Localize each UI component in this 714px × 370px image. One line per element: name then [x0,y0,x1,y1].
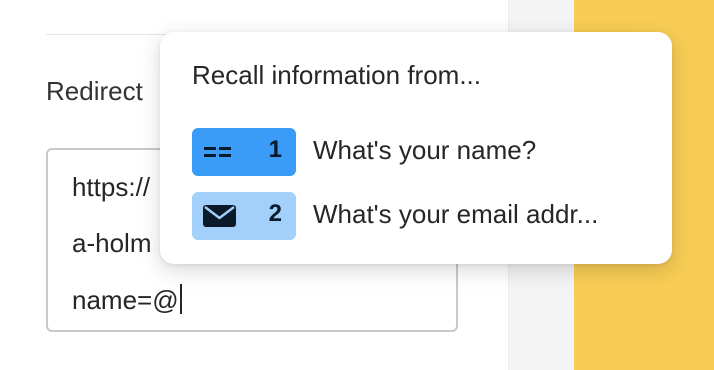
url-line-with-caret: name=@ [72,284,182,316]
question-number: 1 [268,136,282,163]
question-badge: 2 [192,192,296,240]
recall-option-email[interactable]: 2 What's your email addr... [192,192,652,240]
recall-title: Recall information from... [192,60,481,90]
question-number: 2 [268,200,282,227]
url-line: a-holm [72,228,152,258]
recall-information-popover: Recall information from... 1 What's your… [160,32,672,264]
envelope-icon [203,205,236,227]
short-text-icon [204,147,231,157]
question-badge: 1 [192,128,296,176]
question-label: What's your name? [313,135,537,165]
url-line-text: name=@ [72,285,179,315]
url-line: https:// [72,172,151,202]
text-caret [179,284,182,314]
redirect-label: Redirect [46,76,143,106]
question-label: What's your email addr... [313,199,599,229]
recall-option-name[interactable]: 1 What's your name? [192,128,652,176]
